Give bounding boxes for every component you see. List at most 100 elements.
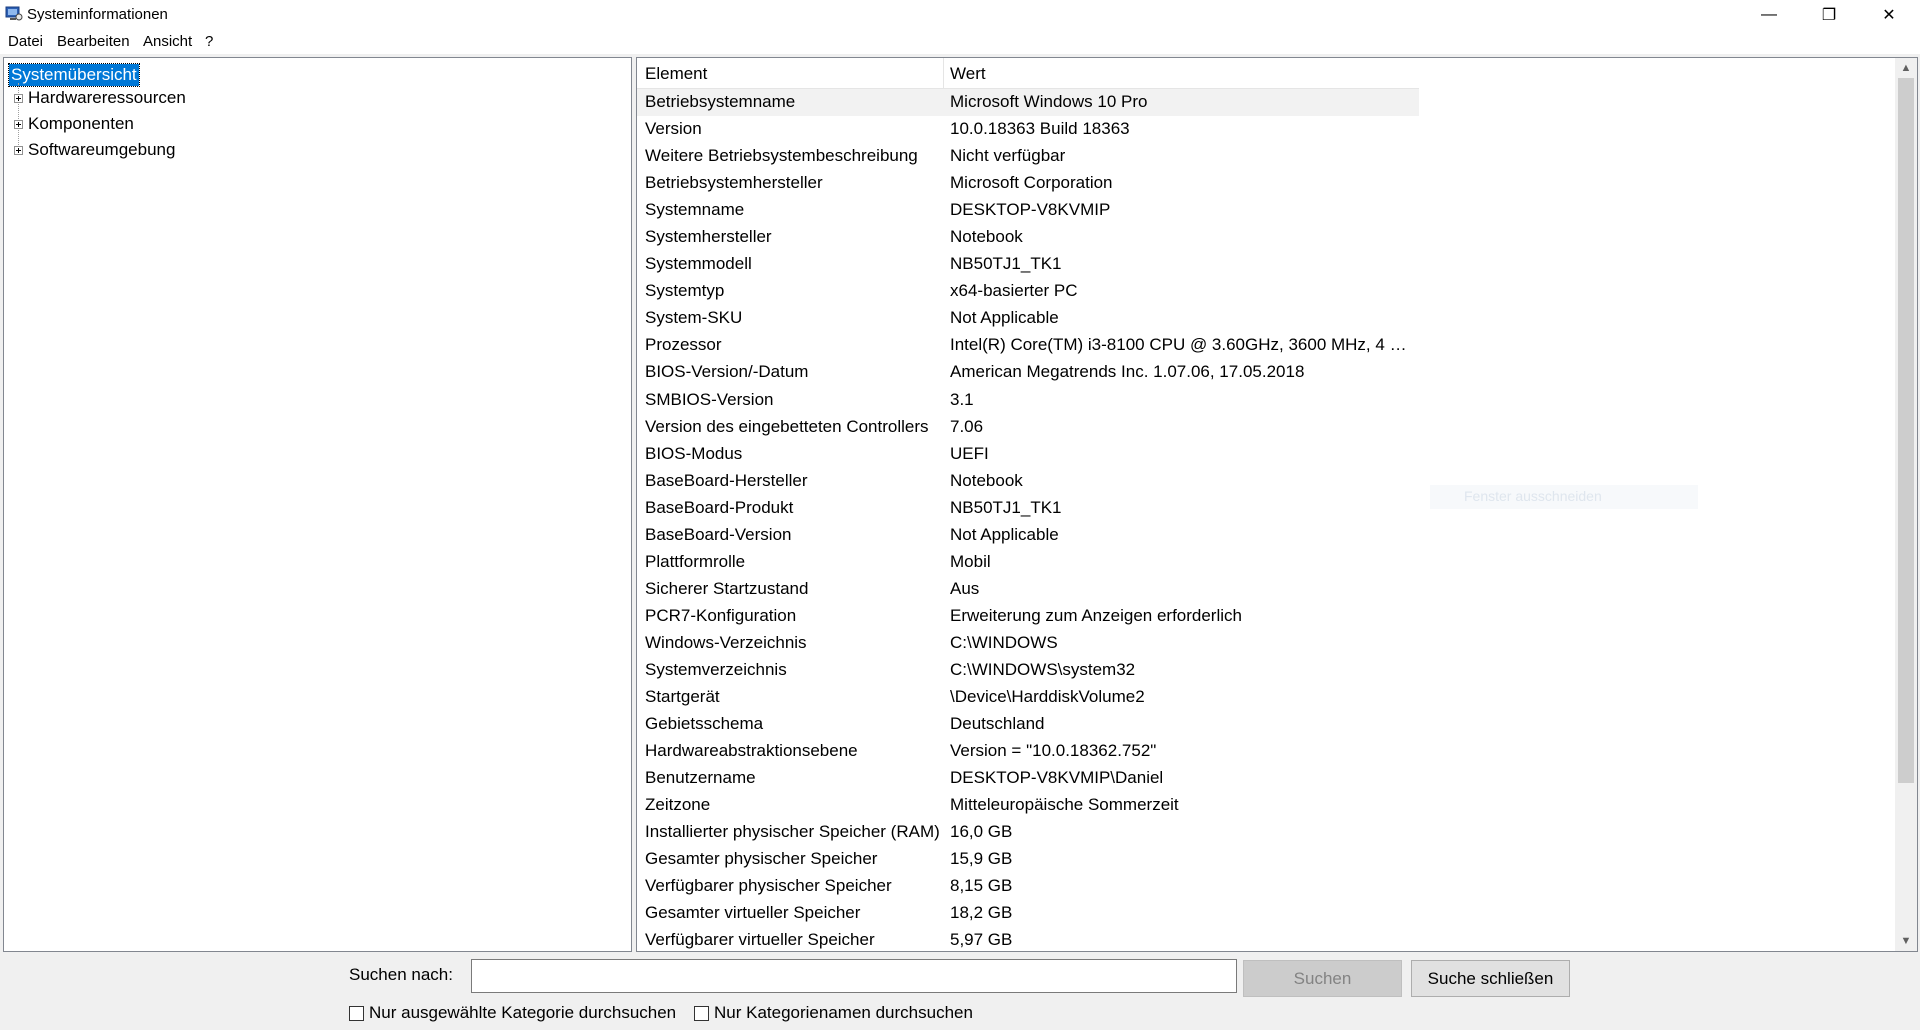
value-cell: NB50TJ1_TK1 xyxy=(950,254,1062,274)
search-button[interactable]: Suchen xyxy=(1243,960,1402,997)
column-divider[interactable] xyxy=(943,58,944,88)
value-cell: Microsoft Windows 10 Pro xyxy=(950,92,1148,111)
scroll-thumb[interactable] xyxy=(1898,78,1914,783)
value-cell: UEFI xyxy=(950,443,989,463)
value-cell: DESKTOP-V8KVMIP\Daniel xyxy=(950,768,1164,788)
table-row[interactable]: BIOS-Modus UEFI xyxy=(637,441,1419,468)
table-row[interactable]: Installierter physischer Speicher (RAM) 1… xyxy=(637,819,1419,846)
search-input[interactable] xyxy=(471,959,1237,993)
value-cell: 3.1 xyxy=(950,389,974,409)
table-row[interactable]: Weitere Betriebsystembeschreibung Nicht v… xyxy=(637,143,1419,170)
value-cell: Not Applicable xyxy=(950,308,1059,328)
element-cell: Systemtyp xyxy=(645,281,725,301)
menu-datei[interactable]: Datei xyxy=(8,33,43,50)
table-row[interactable]: Gebietsschema Deutschland xyxy=(637,711,1419,738)
column-header-element[interactable]: Element xyxy=(645,64,707,84)
restore-button[interactable]: ❐ xyxy=(1806,0,1852,30)
table-row[interactable]: BIOS-Version/-Datum American Megatrends I… xyxy=(637,359,1419,386)
value-cell: Aus xyxy=(950,578,980,598)
value-cell: 15,9 GB xyxy=(950,849,1013,869)
tree-item-hardwareressourcen[interactable]: Hardwareressourcen xyxy=(14,88,186,108)
search-label: Suchen nach: xyxy=(349,965,453,984)
table-row[interactable]: PCR7-Konfiguration Erweiterung zum Anzeig… xyxy=(637,603,1419,630)
element-cell: Betriebsystemname xyxy=(645,92,796,111)
table-row[interactable]: BaseBoard-Produkt NB50TJ1_TK1 xyxy=(637,495,1419,522)
table-row[interactable]: Version 10.0.18363 Build 18363 xyxy=(637,116,1419,143)
table-row[interactable]: Systemhersteller Notebook xyxy=(637,224,1419,251)
vertical-scrollbar[interactable]: ▲ ▼ xyxy=(1895,58,1917,951)
scroll-up-icon[interactable]: ▲ xyxy=(1895,58,1917,78)
table-row[interactable]: Startgerät \Device\HarddiskVolume2 xyxy=(637,684,1419,711)
element-cell: BIOS-Modus xyxy=(645,443,743,463)
checkbox-selected-category[interactable]: Nur ausgewählte Kategorie durchsuchen xyxy=(349,1003,676,1023)
value-cell: Nicht verfügbar xyxy=(950,146,1066,166)
close-button[interactable]: ✕ xyxy=(1866,0,1912,30)
table-row[interactable]: SMBIOS-Version 3.1 xyxy=(637,387,1419,414)
table-row[interactable]: Zeitzone Mitteleuropäische Sommerzeit xyxy=(637,792,1419,819)
table-row[interactable]: Benutzername DESKTOP-V8KVMIP\Daniel xyxy=(637,765,1419,792)
expand-icon[interactable] xyxy=(14,93,23,103)
element-cell: Systemmodell xyxy=(645,254,752,274)
checkbox-icon[interactable] xyxy=(349,1005,364,1021)
value-cell: 18,2 GB xyxy=(950,903,1013,923)
window-title: Systeminformationen xyxy=(27,6,168,23)
table-row[interactable]: Hardwareabstraktionsebene Version = "10.0… xyxy=(637,738,1419,765)
menu-bearbeiten[interactable]: Bearbeiten xyxy=(57,33,130,50)
column-header-wert[interactable]: Wert xyxy=(950,64,986,84)
snip-tooltip: Fenster ausschneiden xyxy=(1430,485,1698,509)
table-row[interactable]: Gesamter physischer Speicher 15,9 GB xyxy=(637,846,1419,873)
tree-item-systemuebersicht[interactable]: Systemübersicht xyxy=(8,63,140,87)
element-cell: Systemhersteller xyxy=(645,227,772,247)
menu-ansicht[interactable]: Ansicht xyxy=(143,33,192,50)
table-row[interactable]: Windows-Verzeichnis C:\WINDOWS xyxy=(637,630,1419,657)
table-row[interactable]: Betriebsystemname Microsoft Windows 10 Pr… xyxy=(637,89,1419,117)
table-row[interactable]: Systemmodell NB50TJ1_TK1 xyxy=(637,251,1419,278)
expand-icon[interactable] xyxy=(14,119,23,129)
table-row[interactable]: Gesamter virtueller Speicher 18,2 GB xyxy=(637,900,1419,927)
scroll-down-icon[interactable]: ▼ xyxy=(1895,931,1917,951)
menu-help[interactable]: ? xyxy=(205,33,213,50)
table-row[interactable]: Betriebsystemhersteller Microsoft Corpora… xyxy=(637,170,1419,197)
close-search-button[interactable]: Suche schließen xyxy=(1411,960,1570,997)
value-cell: Deutschland xyxy=(950,714,1045,734)
table-row[interactable]: Sicherer Startzustand Aus xyxy=(637,576,1419,603)
details-list: Element Wert Betriebsystemname Microsoft … xyxy=(636,57,1918,952)
table-row[interactable]: BaseBoard-Hersteller Notebook xyxy=(637,468,1419,495)
table-row[interactable]: Prozessor Intel(R) Core(TM) i3-8100 CPU @… xyxy=(637,332,1419,359)
tree-item-softwareumgebung[interactable]: Softwareumgebung xyxy=(14,140,175,160)
tree-item-label: Hardwareressourcen xyxy=(28,88,186,107)
table-row[interactable]: Systemtyp x64-basierter PC xyxy=(637,278,1419,305)
value-cell: \Device\HarddiskVolume2 xyxy=(950,687,1145,707)
system-information-app-icon xyxy=(5,6,23,21)
checkbox-category-names[interactable]: Nur Kategorienamen durchsuchen xyxy=(694,1003,973,1023)
element-cell: PCR7-Konfiguration xyxy=(645,605,797,625)
table-row[interactable]: Systemname DESKTOP-V8KVMIP xyxy=(637,197,1419,224)
table-row[interactable]: Plattformrolle Mobil xyxy=(637,549,1419,576)
table-row[interactable]: BaseBoard-Version Not Applicable xyxy=(637,522,1419,549)
list-rows: Betriebsystemname Microsoft Windows 10 Pr… xyxy=(637,89,1419,951)
value-cell: 5,97 GB xyxy=(950,930,1013,950)
table-row[interactable]: Verfügbarer physischer Speicher 8,15 GB xyxy=(637,873,1419,900)
element-cell: Gesamter virtueller Speicher xyxy=(645,903,861,923)
minimize-button[interactable]: — xyxy=(1746,0,1792,30)
table-row[interactable]: Verfügbarer virtueller Speicher 5,97 GB xyxy=(637,927,1419,951)
table-row[interactable]: Version des eingebetteten Controllers 7.0… xyxy=(637,414,1419,441)
element-cell: Plattformrolle xyxy=(645,551,746,571)
table-row[interactable]: System-SKU Not Applicable xyxy=(637,305,1419,332)
value-cell: 8,15 GB xyxy=(950,876,1013,896)
element-cell: Hardwareabstraktionsebene xyxy=(645,741,858,761)
category-tree: Systemübersicht Hardwareressourcen Kompo… xyxy=(3,57,632,952)
element-cell: Betriebsystemhersteller xyxy=(645,173,823,193)
menu-bar: Datei Bearbeiten Ansicht ? xyxy=(0,30,1920,54)
checkbox-icon[interactable] xyxy=(694,1005,709,1021)
element-cell: Version xyxy=(645,119,702,139)
table-row[interactable]: Systemverzeichnis C:\WINDOWS\system32 xyxy=(637,657,1419,684)
value-cell: Microsoft Corporation xyxy=(950,173,1113,193)
element-cell: Sicherer Startzustand xyxy=(645,578,809,598)
value-cell: 16,0 GB xyxy=(950,822,1013,842)
expand-icon[interactable] xyxy=(14,145,23,155)
tree-item-komponenten[interactable]: Komponenten xyxy=(14,114,134,134)
element-cell: BaseBoard-Version xyxy=(645,524,792,544)
element-cell: System-SKU xyxy=(645,308,743,328)
value-cell: 7.06 xyxy=(950,416,984,436)
